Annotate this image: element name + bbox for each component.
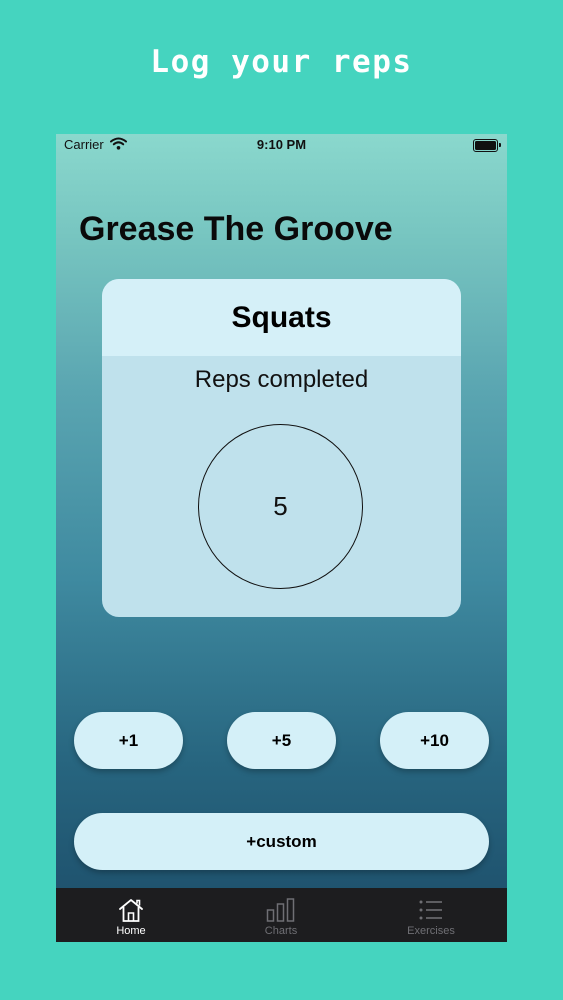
phone-screen: Carrier 9:10 PM Grease The Groove Squats…	[56, 134, 507, 942]
tab-home-label: Home	[116, 925, 146, 937]
exercise-card: Squats Reps completed 5	[102, 279, 461, 617]
bar-chart-icon	[206, 897, 356, 923]
reps-count-value: 5	[273, 491, 288, 521]
exercise-name[interactable]: Squats	[102, 279, 461, 356]
page-title: Grease The Groove	[79, 210, 393, 248]
tab-bar: Home Charts Exercises	[56, 888, 507, 942]
add-custom-button[interactable]: +custom	[74, 813, 489, 870]
add-one-button[interactable]: +1	[74, 712, 183, 769]
home-icon	[56, 897, 206, 923]
promo-headline: Log your reps	[150, 44, 413, 80]
tab-exercises[interactable]: Exercises	[356, 888, 506, 942]
reps-counter: 5	[198, 424, 363, 589]
tab-home[interactable]: Home	[56, 888, 206, 942]
status-time: 9:10 PM	[256, 137, 307, 152]
add-five-button[interactable]: +5	[227, 712, 336, 769]
battery-icon	[473, 139, 501, 152]
tab-charts[interactable]: Charts	[206, 888, 356, 942]
tab-exercises-label: Exercises	[407, 925, 455, 937]
add-ten-button[interactable]: +10	[380, 712, 489, 769]
list-icon	[356, 897, 506, 923]
tab-charts-label: Charts	[264, 925, 298, 937]
reps-completed-label: Reps completed	[194, 366, 369, 393]
status-bar: Carrier 9:10 PM	[56, 134, 507, 158]
